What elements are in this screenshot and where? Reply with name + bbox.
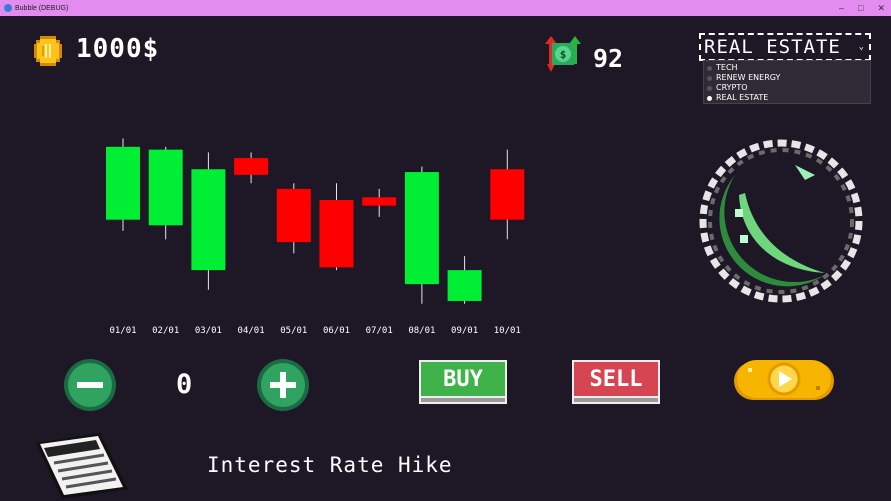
candle-body bbox=[362, 197, 397, 206]
price-chart: 01/01 02/01 03/01 04/01 05/01 06/01 07/01 08/01… bbox=[106, 138, 525, 336]
radio-selected-icon bbox=[707, 95, 712, 101]
x-tick-label: 10/01 bbox=[494, 326, 521, 336]
candle-body bbox=[234, 158, 269, 175]
candle-body bbox=[191, 169, 226, 271]
news-headline: Interest Rate Hike bbox=[207, 453, 453, 477]
candle-body bbox=[276, 188, 311, 243]
increase-quantity-button[interactable] bbox=[256, 358, 310, 412]
sector-selected: REAL ESTATE bbox=[704, 36, 841, 58]
shares-count: 92 bbox=[593, 44, 624, 73]
sector-option-label: RENEW ENERGY bbox=[716, 73, 781, 82]
candle-body bbox=[106, 146, 140, 220]
sell-button[interactable]: SELL bbox=[572, 360, 660, 406]
x-tick-label: 01/01 bbox=[109, 326, 136, 336]
buy-button[interactable]: BUY bbox=[419, 360, 507, 406]
radio-icon bbox=[707, 85, 712, 91]
sector-option-label: REAL ESTATE bbox=[716, 93, 769, 102]
sector-option-real-estate[interactable]: REAL ESTATE bbox=[707, 93, 870, 103]
sector-option-label: CRYPTO bbox=[716, 83, 748, 92]
chevron-down-icon: ⌄ bbox=[858, 42, 865, 52]
buy-button-label: BUY bbox=[419, 360, 507, 398]
radio-icon bbox=[707, 65, 712, 71]
money-arrows-icon: $ bbox=[545, 36, 581, 72]
candle-body bbox=[490, 169, 525, 220]
x-tick-label: 05/01 bbox=[280, 326, 307, 336]
window-title: Bubble (DEBUG) bbox=[15, 4, 69, 12]
candle-body bbox=[319, 200, 354, 268]
sector-option-renew-energy[interactable]: RENEW ENERGY bbox=[707, 73, 870, 83]
bubble-meter-icon bbox=[699, 139, 863, 303]
x-tick-label: 09/01 bbox=[451, 326, 478, 336]
candle-body bbox=[148, 149, 183, 226]
x-tick-label: 02/01 bbox=[152, 326, 179, 336]
money-amount: 1000$ bbox=[76, 34, 160, 64]
newspaper-icon bbox=[36, 433, 128, 499]
sector-option-crypto[interactable]: CRYPTO bbox=[707, 83, 870, 93]
sector-option-tech[interactable]: TECH bbox=[707, 63, 870, 73]
candle-body bbox=[447, 270, 482, 301]
quantity-value: 0 bbox=[176, 369, 193, 400]
window-titlebar[interactable]: Bubble (DEBUG) – □ ✕ bbox=[0, 0, 891, 16]
x-tick-label: 04/01 bbox=[238, 326, 265, 336]
svg-text:$: $ bbox=[560, 48, 567, 61]
sector-option-label: TECH bbox=[716, 63, 738, 72]
app-icon bbox=[4, 4, 12, 12]
sector-menu: TECH RENEW ENERGY CRYPTO REAL ESTATE bbox=[703, 60, 871, 104]
coin-icon bbox=[34, 36, 62, 66]
sector-dropdown[interactable]: REAL ESTATE ⌄ bbox=[699, 33, 871, 61]
x-tick-label: 03/01 bbox=[195, 326, 222, 336]
decrease-quantity-button[interactable] bbox=[63, 358, 117, 412]
minimize-button[interactable]: – bbox=[839, 3, 844, 13]
x-tick-label: 06/01 bbox=[323, 326, 350, 336]
x-tick-label: 08/01 bbox=[408, 326, 435, 336]
sell-button-label: SELL bbox=[572, 360, 660, 398]
maximize-button[interactable]: □ bbox=[858, 3, 863, 13]
x-tick-label: 07/01 bbox=[366, 326, 393, 336]
close-button[interactable]: ✕ bbox=[877, 3, 885, 14]
candle-body bbox=[404, 172, 439, 285]
play-button[interactable] bbox=[734, 354, 834, 408]
radio-icon bbox=[707, 75, 712, 81]
